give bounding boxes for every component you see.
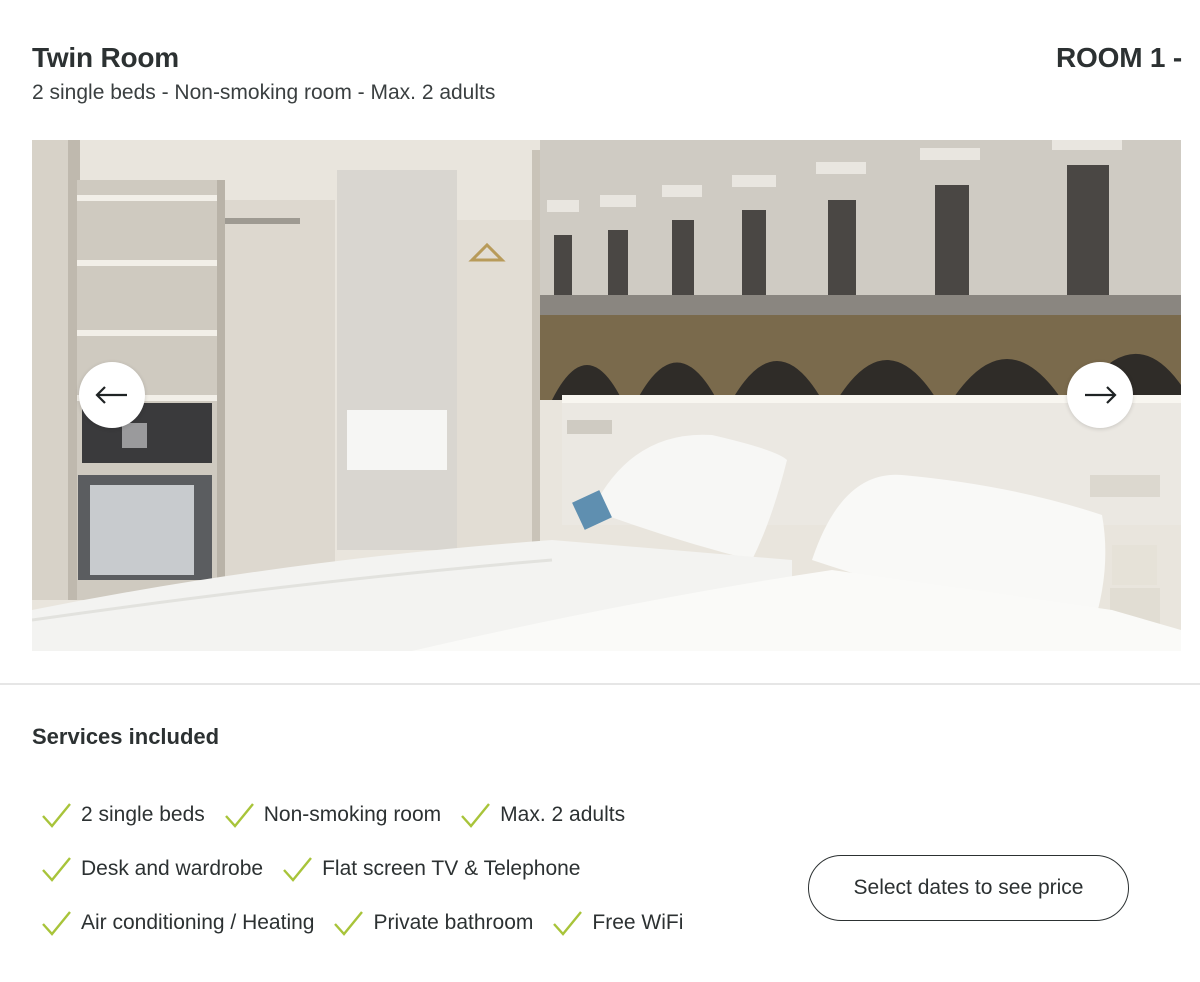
check-icon: [461, 803, 491, 828]
room-photo-gallery[interactable]: [32, 140, 1181, 651]
services-list: 2 single beds Non-smoking room Max. 2 ad…: [40, 788, 760, 950]
service-label: Max. 2 adults: [500, 803, 626, 826]
service-item: Private bathroom: [332, 908, 533, 938]
room-subtitle: 2 single beds - Non-smoking room - Max. …: [32, 81, 496, 104]
service-item: 2 single beds: [40, 800, 205, 830]
service-item: Max. 2 adults: [459, 800, 625, 830]
room-header: Twin Room ROOM 1 - 2 single beds - Non-s…: [32, 40, 1182, 110]
services-row: Desk and wardrobe Flat screen TV & Telep…: [40, 842, 760, 896]
service-label: 2 single beds: [81, 803, 205, 826]
section-divider: [0, 683, 1200, 685]
service-item: Desk and wardrobe: [40, 854, 263, 884]
room-photo: [32, 140, 1181, 651]
service-item: Free WiFi: [551, 908, 683, 938]
service-label: Flat screen TV & Telephone: [322, 857, 581, 880]
check-icon: [42, 911, 71, 936]
service-item: Air conditioning / Heating: [40, 908, 314, 938]
service-item: Non-smoking room: [223, 800, 441, 830]
service-label: Private bathroom: [373, 911, 534, 934]
services-row: Air conditioning / Heating Private bathr…: [40, 896, 760, 950]
services-row: 2 single beds Non-smoking room Max. 2 ad…: [40, 788, 760, 842]
check-icon: [224, 803, 254, 828]
check-icon: [42, 857, 71, 882]
select-dates-button[interactable]: Select dates to see price: [808, 855, 1129, 921]
arrow-left-icon: [95, 386, 127, 404]
service-label: Non-smoking room: [263, 803, 442, 826]
gallery-prev-button[interactable]: [79, 362, 145, 428]
check-icon: [283, 857, 313, 882]
arrow-right-icon: [1085, 386, 1117, 404]
services-title: Services included: [32, 724, 220, 749]
check-icon: [553, 911, 583, 936]
service-item: Flat screen TV & Telephone: [281, 854, 581, 884]
check-icon: [334, 911, 364, 936]
room-index-label: ROOM 1 -: [1056, 42, 1182, 73]
service-label: Desk and wardrobe: [81, 857, 264, 880]
check-icon: [42, 803, 71, 828]
service-label: Free WiFi: [592, 911, 684, 934]
service-label: Air conditioning / Heating: [81, 911, 315, 934]
room-title: Twin Room: [32, 42, 179, 73]
gallery-next-button[interactable]: [1067, 362, 1133, 428]
